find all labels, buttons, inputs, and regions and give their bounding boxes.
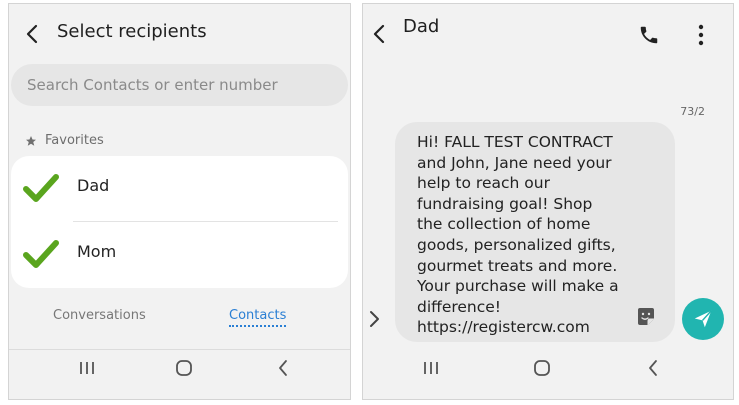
message-line: difference!: [417, 297, 502, 316]
conversation-screen: Dad 73/2 Hi! FALL TEST CONTRACT and John…: [362, 3, 734, 400]
more-vertical-icon[interactable]: [697, 24, 705, 46]
message-compose-field[interactable]: Hi! FALL TEST CONTRACT and John, Jane ne…: [395, 122, 675, 342]
system-nav-bar: [363, 347, 733, 399]
home-icon[interactable]: [533, 359, 551, 377]
tab-conversations[interactable]: Conversations: [53, 308, 146, 323]
search-input[interactable]: Search Contacts or enter number: [11, 64, 348, 106]
contact-title: Dad: [403, 16, 440, 37]
contact-row-dad[interactable]: Dad: [11, 156, 348, 220]
message-line: and John, Jane need your: [417, 153, 612, 172]
back-icon[interactable]: [372, 24, 386, 44]
contact-name: Dad: [77, 176, 110, 195]
message-line: help to reach our: [417, 174, 550, 193]
favorites-label: Favorites: [45, 133, 104, 148]
character-counter: 73/2: [680, 105, 705, 118]
message-line: goods, personalized gifts,: [417, 235, 616, 254]
back-icon[interactable]: [25, 24, 39, 44]
tab-contacts[interactable]: Contacts: [229, 308, 287, 327]
favorites-list: Dad Mom: [11, 156, 348, 288]
star-icon: [26, 135, 36, 146]
recent-apps-icon[interactable]: [423, 359, 439, 377]
back-icon[interactable]: [647, 359, 659, 377]
recipient-tabs: Conversations Contacts: [9, 304, 350, 334]
checkmark-icon[interactable]: [23, 172, 59, 204]
checkmark-icon[interactable]: [23, 238, 59, 270]
message-line: Hi! FALL TEST CONTRACT: [417, 133, 613, 151]
send-button[interactable]: [682, 298, 724, 340]
message-line: the collection of home: [417, 215, 591, 234]
home-icon[interactable]: [175, 359, 193, 377]
favorites-header: Favorites: [25, 133, 104, 148]
message-line: fundraising goal! Shop: [417, 194, 593, 213]
select-recipients-screen: Select recipients Search Contacts or ent…: [8, 3, 351, 400]
contact-row-mom[interactable]: Mom: [11, 222, 348, 286]
recent-apps-icon[interactable]: [79, 359, 95, 377]
system-nav-bar: [9, 347, 350, 399]
message-line: https://registercw.com: [417, 318, 590, 337]
back-icon[interactable]: [277, 359, 289, 377]
chevron-right-icon[interactable]: [368, 309, 380, 329]
search-placeholder: Search Contacts or enter number: [27, 76, 278, 94]
contact-name: Mom: [77, 242, 117, 261]
page-title: Select recipients: [57, 21, 207, 42]
phone-icon[interactable]: [638, 24, 660, 46]
sticker-icon[interactable]: [635, 306, 657, 328]
send-icon: [694, 310, 712, 328]
message-line: gourmet treats and more.: [417, 256, 618, 275]
message-line: Your purchase will make a: [417, 277, 619, 296]
